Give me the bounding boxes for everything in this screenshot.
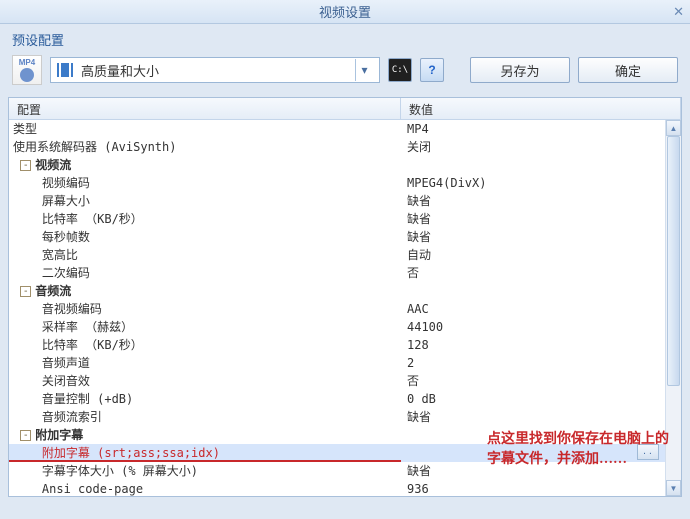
row-label: 每秒帧数 [9, 228, 401, 246]
row-value[interactable]: 0 dB [401, 390, 681, 408]
gear-icon [20, 68, 34, 82]
row-value[interactable]: 缺省 [401, 408, 681, 426]
row-label: 比特率 （KB/秒） [9, 210, 401, 228]
table-row[interactable]: 音频声道2 [9, 354, 681, 372]
table-row[interactable]: 关闭音效否 [9, 372, 681, 390]
console-button[interactable]: C:\ [388, 58, 412, 82]
window-title: 视频设置 [319, 2, 371, 21]
row-label: 二次编码 [9, 264, 401, 282]
scroll-down-icon[interactable]: ▼ [666, 480, 681, 496]
row-label: 比特率 （KB/秒） [9, 336, 401, 354]
row-value[interactable]: 缺省 [401, 210, 681, 228]
row-value[interactable]: 44100 [401, 318, 681, 336]
table-row[interactable]: 屏幕大小缺省 [9, 192, 681, 210]
row-label: 类型 [9, 120, 401, 138]
preset-title: 预设配置 [12, 30, 678, 49]
table-header: 配置 数值 [9, 98, 681, 120]
preset-selected: 高质量和大小 [81, 61, 355, 80]
row-label: 音频流索引 [9, 408, 401, 426]
row-label: 音量控制 (+dB) [9, 390, 401, 408]
row-label: 字幕字体大小 (% 屏幕大小) [9, 462, 401, 480]
scroll-up-icon[interactable]: ▲ [666, 120, 681, 136]
row-value[interactable]: 缺省 [401, 462, 681, 480]
row-value[interactable]: 缺省 [401, 192, 681, 210]
table-body: 类型MP4使用系统解码器 (AviSynth)关闭 -视频流 视频编码MPEG4… [9, 120, 681, 496]
row-label: 宽高比 [9, 246, 401, 264]
header-value[interactable]: 数值 [401, 98, 681, 119]
preset-row: MP4 高质量和大小 ▾ C:\ ? 另存为 确定 [12, 55, 678, 85]
row-label: 视频编码 [9, 174, 401, 192]
titlebar: 视频设置 ✕ [0, 0, 690, 24]
browse-button[interactable]: .. [637, 444, 659, 460]
row-label: 音频声道 [9, 354, 401, 372]
row-label: 采样率 （赫兹） [9, 318, 401, 336]
table-row[interactable]: 类型MP4 [9, 120, 681, 138]
row-value[interactable]: 2 [401, 354, 681, 372]
row-label: -音频流 [9, 282, 401, 300]
table-row[interactable]: 音频流索引缺省 [9, 408, 681, 426]
collapse-icon[interactable]: - [20, 286, 31, 297]
row-label: 使用系统解码器 (AviSynth) [9, 138, 401, 156]
row-value[interactable]: 自动 [401, 246, 681, 264]
row-value[interactable]: 关闭 [401, 138, 681, 156]
collapse-icon[interactable]: - [20, 160, 31, 171]
close-icon[interactable]: ✕ [673, 4, 684, 20]
table-row[interactable]: 比特率 （KB/秒）缺省 [9, 210, 681, 228]
row-value[interactable]: 缺省 [401, 228, 681, 246]
saveas-button[interactable]: 另存为 [470, 57, 570, 83]
ok-button[interactable]: 确定 [578, 57, 678, 83]
row-value[interactable]: 否 [401, 264, 681, 282]
chevron-down-icon[interactable]: ▾ [355, 59, 373, 81]
row-label: Ansi code-page [9, 480, 401, 496]
row-value[interactable]: 否 [401, 372, 681, 390]
row-label: 附加字幕 (srt;ass;ssa;idx) [9, 444, 401, 462]
preset-section: 预设配置 MP4 高质量和大小 ▾ C:\ ? 另存为 确定 [0, 24, 690, 95]
film-icon [57, 63, 73, 77]
table-row[interactable]: -附加字幕 [9, 426, 681, 444]
format-icon: MP4 [12, 55, 42, 85]
row-label: 音视频编码 [9, 300, 401, 318]
row-label: 关闭音效 [9, 372, 401, 390]
row-value[interactable]: 936 [401, 480, 681, 496]
table-row[interactable]: 音量控制 (+dB)0 dB [9, 390, 681, 408]
table-row[interactable]: 每秒帧数缺省 [9, 228, 681, 246]
row-value[interactable]: 128 [401, 336, 681, 354]
table-row[interactable]: Ansi code-page936 [9, 480, 681, 496]
row-value[interactable]: MP4 [401, 120, 681, 138]
row-value[interactable]: MPEG4(DivX) [401, 174, 681, 192]
table-row[interactable]: 附加字幕 (srt;ass;ssa;idx).. [9, 444, 681, 462]
row-label: 屏幕大小 [9, 192, 401, 210]
table-row[interactable]: -视频流 [9, 156, 681, 174]
row-value[interactable]: .. [401, 444, 681, 462]
row-value[interactable]: AAC [401, 300, 681, 318]
table-row[interactable]: 比特率 （KB/秒）128 [9, 336, 681, 354]
table-row[interactable]: -音频流 [9, 282, 681, 300]
row-value[interactable] [401, 156, 681, 174]
row-label: -附加字幕 [9, 426, 401, 444]
table-row[interactable]: 采样率 （赫兹）44100 [9, 318, 681, 336]
scrollbar[interactable]: ▲ ▼ [665, 120, 681, 496]
table-row[interactable]: 字幕字体大小 (% 屏幕大小)缺省 [9, 462, 681, 480]
row-value[interactable] [401, 426, 681, 444]
header-config[interactable]: 配置 [9, 98, 401, 119]
row-label: -视频流 [9, 156, 401, 174]
scroll-thumb[interactable] [667, 136, 680, 386]
help-button[interactable]: ? [420, 58, 444, 82]
table-row[interactable]: 使用系统解码器 (AviSynth)关闭 [9, 138, 681, 156]
table-row[interactable]: 音视频编码AAC [9, 300, 681, 318]
row-value[interactable] [401, 282, 681, 300]
settings-table: 配置 数值 类型MP4使用系统解码器 (AviSynth)关闭 -视频流 视频编… [8, 97, 682, 497]
table-row[interactable]: 宽高比自动 [9, 246, 681, 264]
collapse-icon[interactable]: - [20, 430, 31, 441]
table-row[interactable]: 视频编码MPEG4(DivX) [9, 174, 681, 192]
table-row[interactable]: 二次编码否 [9, 264, 681, 282]
preset-dropdown[interactable]: 高质量和大小 ▾ [50, 57, 380, 83]
